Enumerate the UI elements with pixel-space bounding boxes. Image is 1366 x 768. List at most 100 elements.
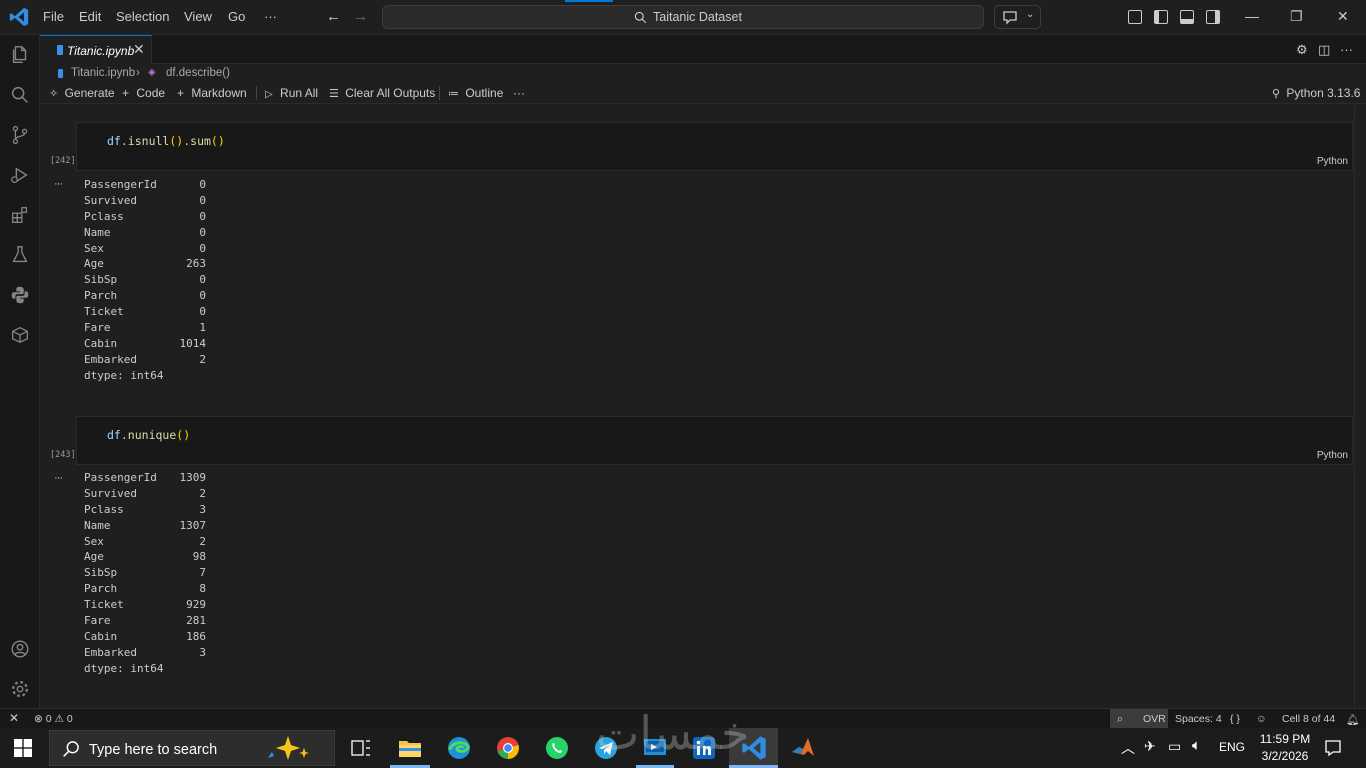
menu-file[interactable]: File <box>43 9 64 24</box>
command-center-search[interactable]: Taitanic Dataset <box>382 0 984 29</box>
toggle-primary-sidebar-icon[interactable] <box>1154 10 1168 24</box>
close-window-icon[interactable]: ✕ <box>1337 8 1349 25</box>
cell-output: PassengerId 1309 Survived 2 Pclass 3 Name 13… <box>84 470 214 677</box>
output-row: PassengerId 1309 <box>84 471 206 484</box>
language-braces-status[interactable]: { } <box>1230 713 1240 725</box>
add-markdown-cell-button[interactable]: + Markdown <box>177 86 247 100</box>
add-code-cell-button[interactable]: + Code <box>122 86 165 100</box>
restore-icon[interactable]: ❐ <box>1290 8 1303 25</box>
notification-center-icon[interactable] <box>1324 739 1342 757</box>
cell-code[interactable]: df.isnull().sum() <box>107 134 225 148</box>
output-actions-icon[interactable]: ··· <box>54 472 63 484</box>
code-cell[interactable]: df.nunique() Python <box>76 416 1353 465</box>
forward-arrow-icon[interactable]: → <box>353 8 368 25</box>
testing-flask-icon[interactable] <box>9 244 31 266</box>
search-icon <box>63 741 79 757</box>
problems-status[interactable]: ⊗ 0 ⚠ 0 <box>34 713 73 725</box>
menu-edit[interactable]: Edit <box>79 9 101 24</box>
editor-scrollbar[interactable] <box>1354 105 1366 708</box>
output-row: Name 1307 <box>84 518 206 532</box>
notifications-bell-icon[interactable]: 🔔︎ <box>1346 713 1359 726</box>
toggle-secondary-sidebar-icon[interactable] <box>1206 10 1220 24</box>
split-editor-icon[interactable]: ◫ <box>1318 42 1330 58</box>
back-arrow-icon[interactable]: ← <box>326 8 341 25</box>
source-control-icon[interactable] <box>9 124 31 146</box>
notebook-toolbar: ✧ Generate + Code + Markdown ▷ Run All ☰… <box>40 82 1366 104</box>
menu-more[interactable]: ··· <box>264 9 277 24</box>
breadcrumb-symbol[interactable]: df.describe() <box>166 67 230 79</box>
taskbar-search-placeholder: Type here to search <box>89 742 218 758</box>
cell-language-label[interactable]: Python <box>1317 450 1348 461</box>
output-row: SibSp 7 <box>84 566 206 580</box>
python-icon[interactable] <box>9 284 31 306</box>
output-row: Survived 0 <box>84 193 206 207</box>
menu-go[interactable]: Go <box>228 9 245 24</box>
cell-output: PassengerId 0 Survived 0 Pclass 0 Name 0 Sex… <box>84 177 214 384</box>
run-all-button[interactable]: ▷ Run All <box>265 86 318 100</box>
airplane-mode-icon[interactable]: ✈ <box>1144 738 1156 755</box>
outline-list-icon: ≔ <box>448 88 459 100</box>
edge-browser-icon[interactable] <box>445 734 473 762</box>
input-language-indicator[interactable]: ENG <box>1219 740 1245 754</box>
zoom-icon[interactable]: ⌕ <box>1117 713 1123 726</box>
chrome-browser-icon[interactable] <box>494 734 522 762</box>
extensions-icon[interactable] <box>9 204 31 226</box>
kernel-picker-button[interactable]: ⚲ Python 3.13.6 <box>1272 86 1360 100</box>
matlab-icon[interactable] <box>789 734 817 762</box>
search-icon[interactable] <box>9 84 31 106</box>
toolbar-divider <box>439 86 440 100</box>
speaker-volume-icon[interactable]: 🔈︎ <box>1192 737 1201 754</box>
breadcrumb-file[interactable]: Titanic.ipynb <box>71 67 135 79</box>
execution-count: [242] <box>50 156 76 166</box>
whatsapp-icon[interactable] <box>543 734 571 762</box>
cell-code[interactable]: df.nunique() <box>107 428 190 442</box>
copilot-button[interactable]: ⌄ <box>994 5 1041 29</box>
notebook-editor: df.isnull().sum() Python [242] ··· Passe… <box>40 105 1366 708</box>
indentation-status[interactable]: Spaces: 4 <box>1175 713 1222 725</box>
taskbar-clock-date[interactable]: 3/2/2026 <box>1257 749 1313 763</box>
output-actions-icon[interactable]: ··· <box>54 178 63 190</box>
notebook-settings-gear-icon[interactable]: ⚙ <box>1296 42 1308 58</box>
explorer-files-icon[interactable] <box>9 44 31 66</box>
remote-indicator-icon[interactable]: ✕ <box>0 709 28 728</box>
task-view-icon[interactable] <box>347 734 375 762</box>
kernel-icon: ⚲ <box>1272 88 1281 100</box>
windows-start-icon[interactable] <box>14 739 32 757</box>
taskbar-search-box[interactable]: Type here to search <box>49 730 335 766</box>
output-row: Age 98 <box>84 550 206 564</box>
file-explorer-icon[interactable] <box>396 734 424 762</box>
show-hidden-icons-chevron-icon[interactable]: ︿ <box>1121 738 1135 758</box>
error-count: 0 <box>45 713 52 725</box>
tab-titanic-ipynb[interactable]: Titanic.ipynb ✕ <box>40 35 152 64</box>
generate-button[interactable]: ✧ Generate <box>49 86 115 100</box>
copilot-status-icon[interactable]: ☺ <box>1256 713 1267 725</box>
command-center-accent <box>565 0 613 2</box>
taskbar-clock-time[interactable]: 11:59 PM <box>1257 732 1313 746</box>
cell-language-label[interactable]: Python <box>1317 156 1348 167</box>
title-bar: File Edit Selection View Go ··· ← → Tait… <box>0 0 1366 35</box>
settings-gear-icon[interactable] <box>9 678 31 700</box>
clear-all-outputs-button[interactable]: ☰ Clear All Outputs <box>329 86 435 100</box>
ovr-indicator[interactable]: OVR <box>1143 713 1166 725</box>
code-cell[interactable]: df.isnull().sum() Python <box>76 122 1353 171</box>
battery-icon[interactable]: ▭ <box>1168 738 1181 755</box>
account-icon[interactable] <box>9 638 31 660</box>
kernel-label: Python 3.13.6 <box>1286 86 1361 100</box>
output-row: Fare 1 <box>84 321 206 335</box>
output-row: Sex 2 <box>84 534 206 548</box>
toolbar-more-button[interactable]: ··· <box>513 86 525 100</box>
more-actions-icon[interactable]: ··· <box>1340 42 1353 57</box>
output-row: Pclass 0 <box>84 209 206 223</box>
toggle-panel-icon[interactable] <box>1180 10 1194 24</box>
customize-layout-icon[interactable] <box>1128 10 1142 24</box>
breadcrumb: Titanic.ipynb › ◈ df.describe() <box>40 64 1366 82</box>
menu-selection[interactable]: Selection <box>116 9 169 24</box>
outline-button[interactable]: ≔ Outline <box>448 86 503 100</box>
chevron-down-icon: ⌄ <box>1026 9 1035 20</box>
menu-view[interactable]: View <box>184 9 212 24</box>
close-tab-icon[interactable]: ✕ <box>133 41 145 58</box>
containers-icon[interactable] <box>9 324 31 346</box>
minimize-icon[interactable]: — <box>1245 8 1259 24</box>
run-debug-icon[interactable] <box>9 164 31 186</box>
cell-position-status[interactable]: Cell 8 of 44 <box>1282 713 1335 725</box>
